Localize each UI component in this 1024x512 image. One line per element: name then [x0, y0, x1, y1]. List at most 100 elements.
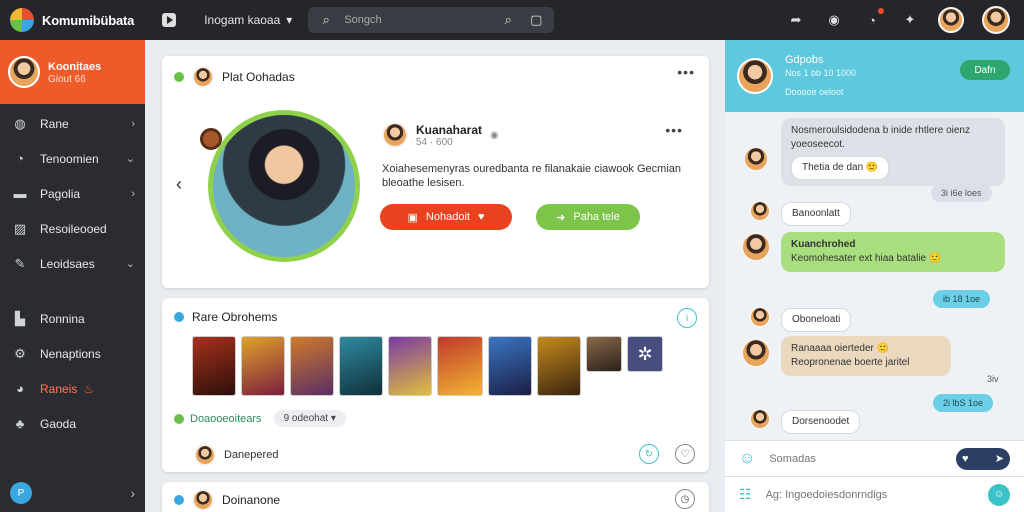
message-time: 3iv: [987, 374, 999, 384]
more-options-icon[interactable]: •••: [677, 64, 695, 80]
chat-message: Oboneloati: [781, 308, 852, 332]
sender-avatar[interactable]: [749, 200, 771, 222]
sidebar-item-label: Tenoomien: [40, 151, 99, 166]
post-more-icon[interactable]: •••: [665, 122, 683, 138]
chevron-down-icon: ⌄: [125, 258, 135, 270]
refresh-icon[interactable]: ↻: [639, 444, 659, 464]
collapse-sidebar-icon[interactable]: ›: [130, 485, 135, 501]
reaction-toggle[interactable]: ♥ ➤: [956, 447, 1010, 470]
send-icon[interactable]: ☺: [988, 483, 1010, 506]
sidebar-item-label: Pagolia: [40, 186, 81, 201]
carousel-prev-icon[interactable]: ‹: [176, 174, 182, 195]
sidebar-item-nenaptions[interactable]: ⚙ Nenaptions: [0, 336, 145, 371]
chat-avatar[interactable]: [737, 58, 773, 94]
author-avatar[interactable]: [382, 122, 408, 148]
chat-message: Nosmeroulsidodena b inide rhtlere oienz …: [781, 118, 1005, 186]
count-pill-label: 9 odeohat: [283, 413, 329, 424]
filter-icon[interactable]: ▢: [526, 10, 546, 30]
gallery-tag[interactable]: Doaooeoitears: [190, 413, 262, 425]
sender-avatar[interactable]: [749, 408, 771, 430]
sidebar-item-resoileooed[interactable]: ▨ Resoileooed: [0, 211, 145, 246]
gallery-card-header: Rare Obrohems: [174, 310, 277, 324]
post-group-avatar[interactable]: [192, 66, 214, 88]
sidebar-nav: ◍ Rane › ◔ Tenoomien ⌄ ▬ Pagolia › ▨ Resoileooe…: [0, 106, 145, 441]
sender-avatar[interactable]: [741, 338, 771, 368]
settings-icon: ⚙: [14, 345, 26, 361]
help-icon[interactable]: P: [10, 482, 32, 504]
game-thumbnail[interactable]: [488, 336, 532, 396]
sidebar-item-rane[interactable]: ◍ Rane ›: [0, 106, 145, 141]
game-thumbnail[interactable]: [192, 336, 236, 396]
sidebar-item-leoidsaes[interactable]: ✎ Leoidsaes ⌄: [0, 246, 145, 281]
secondary-action-button[interactable]: ➜ Paha tele: [536, 204, 640, 230]
heart-icon: ♥: [962, 452, 969, 465]
chat-title-block: Gdpobs Nos 1 bb 10 1000 Dooooe oeloot: [785, 54, 856, 99]
search-submit-icon[interactable]: ⌕: [498, 10, 518, 30]
info-icon[interactable]: i: [677, 308, 697, 328]
game-thumbnail[interactable]: [437, 336, 483, 396]
tag-dot-icon: [174, 413, 184, 424]
sender-avatar[interactable]: [741, 232, 771, 262]
like-icon[interactable]: ♡: [675, 444, 695, 464]
folder-icon: ▬: [13, 186, 27, 201]
gallery-card: Rare Obrohems i ✲ Doaooeoitears 9 odeoha…: [162, 298, 709, 472]
secondary-action-label: Paha tele: [573, 211, 620, 223]
emoji-icon[interactable]: ☺: [739, 450, 755, 468]
profile-avatar: [8, 56, 40, 88]
game-thumbnail[interactable]: [339, 336, 383, 396]
message-input[interactable]: [765, 488, 974, 501]
clock-icon: ◔: [16, 151, 24, 166]
app-logo[interactable]: [10, 8, 34, 32]
third-card-avatar[interactable]: [192, 489, 214, 511]
sender-avatar[interactable]: [743, 146, 769, 172]
puzzle-icon[interactable]: ✦: [900, 10, 920, 30]
message-text: Nosmeroulsidodena b inide rhtlere oienz …: [791, 125, 970, 150]
friend-avatar[interactable]: [938, 7, 964, 33]
user-avatar[interactable]: [982, 6, 1010, 34]
game-thumbnail[interactable]: [388, 336, 432, 396]
post-author[interactable]: Kuanaharat 54 · 600 ◉: [382, 122, 702, 148]
arrow-right-icon: ➜: [556, 211, 566, 224]
sidebar-item-pagolia[interactable]: ▬ Pagolia ›: [0, 176, 145, 211]
message-time: 3i i6e loes: [931, 184, 992, 202]
sidebar-item-ronnina[interactable]: ▙ Ronnina: [0, 301, 145, 336]
game-thumbnail[interactable]: [290, 336, 334, 396]
clock-icon[interactable]: ◷: [675, 489, 695, 509]
game-thumbnail[interactable]: [586, 336, 622, 372]
message-time: ib 18 1oe: [933, 290, 991, 308]
game-thumbnail[interactable]: [537, 336, 581, 396]
search-input[interactable]: [344, 14, 491, 26]
gallery-thumbnails: ✲: [192, 336, 663, 396]
compose-row: ☺ ♥➤: [725, 440, 1024, 476]
pen-icon: ✎: [14, 255, 26, 271]
status-dot-icon: [174, 312, 184, 322]
gamepad-icon[interactable]: ◉: [824, 10, 844, 30]
message-text: Ranaaaa oierteder 🙂: [791, 343, 890, 354]
sidebar-item-raneis[interactable]: ◕ Raneis ♨: [0, 371, 145, 406]
compose-input[interactable]: [769, 452, 942, 465]
chevron-right-icon: ›: [131, 117, 135, 130]
sidebar-item-tenoomien[interactable]: ◔ Tenoomien ⌄: [0, 141, 145, 176]
message-text: Keomohesater ext hiaa batalie 🙂: [791, 253, 942, 264]
search-bar[interactable]: ⌕ ⌕ ▢: [308, 7, 555, 33]
sidebar: Koonitaes Giout 66 ◍ Rane › ◔ Tenoomien ⌄ ▬ P…: [0, 40, 145, 512]
primary-action-button[interactable]: ▣ Nohadoit ♥: [380, 204, 512, 230]
main-menu-dropdown[interactable]: Inogam kaoaa ▾: [204, 13, 292, 27]
count-pill[interactable]: 9 odeohat ▾: [273, 410, 346, 427]
image-icon: ▨: [13, 220, 27, 236]
more-games-icon[interactable]: ✲: [627, 336, 663, 372]
sidebar-item-label: Gaoda: [40, 416, 77, 431]
app-title: Komumibübata: [42, 12, 135, 28]
play-icon[interactable]: [162, 13, 177, 27]
notification-icon[interactable]: ◔: [862, 8, 884, 30]
list-icon[interactable]: ☷: [739, 486, 752, 503]
share-icon[interactable]: ➦: [786, 10, 806, 30]
chat-header-button[interactable]: Dafn: [960, 60, 1010, 80]
game-thumbnail[interactable]: [241, 336, 285, 396]
profile-card[interactable]: Koonitaes Giout 66: [0, 40, 145, 104]
sidebar-item-gaoda[interactable]: ♣ Gaoda: [0, 406, 145, 441]
message-time: 2i lbS 1oe: [933, 394, 994, 412]
gallery-list-item[interactable]: Danepered: [194, 444, 278, 466]
chat-message: Kuanchrohed Keomohesater ext hiaa batali…: [781, 232, 1005, 272]
sender-avatar[interactable]: [749, 306, 771, 328]
